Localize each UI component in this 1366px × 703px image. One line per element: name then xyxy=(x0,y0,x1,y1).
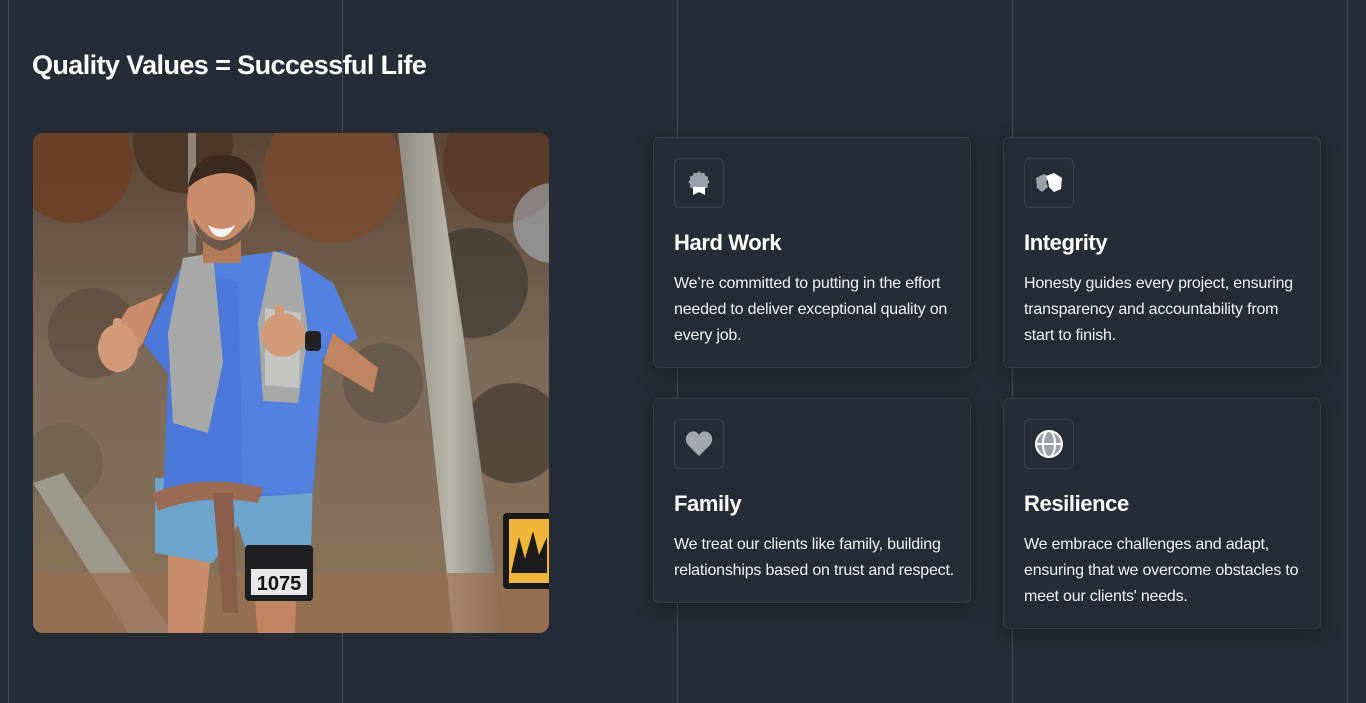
card-description: We embrace challenges and adapt, ensurin… xyxy=(1024,536,1299,605)
section-title: Quality Values = Successful Life xyxy=(32,50,427,80)
award-icon-box xyxy=(674,158,724,208)
value-card-integrity: Integrity Honesty guides every project, … xyxy=(1003,137,1321,368)
award-icon xyxy=(688,171,710,195)
grid-line xyxy=(8,0,9,703)
card-description: We treat our clients like family, buildi… xyxy=(674,536,954,579)
runner-photo: 1075 xyxy=(33,133,549,633)
value-card-family: Family We treat our clients like family,… xyxy=(653,398,971,603)
heart-icon xyxy=(685,431,713,456)
card-description: We’re committed to putting in the effort… xyxy=(674,275,948,344)
card-description: Honesty guides every project, ensuring t… xyxy=(1024,275,1293,344)
values-section: Quality Values = Successful Life 1075 Ha… xyxy=(0,0,1366,703)
card-title: Resilience xyxy=(1024,491,1129,516)
card-title: Hard Work xyxy=(674,230,782,255)
race-bib-number: 1075 xyxy=(257,573,302,595)
grid-line xyxy=(1347,0,1348,703)
globe-icon-box xyxy=(1024,419,1074,469)
runner-photo-illustration: 1075 xyxy=(33,133,549,633)
globe-icon xyxy=(1035,430,1063,458)
card-title: Family xyxy=(674,491,742,516)
handshake-icon xyxy=(1036,173,1062,192)
handshake-icon-box xyxy=(1024,158,1074,208)
value-card-hard-work: Hard Work We’re committed to putting in … xyxy=(653,137,971,368)
heart-icon-box xyxy=(674,419,724,469)
value-card-resilience: Resilience We embrace challenges and ada… xyxy=(1003,398,1321,629)
card-title: Integrity xyxy=(1024,230,1108,255)
